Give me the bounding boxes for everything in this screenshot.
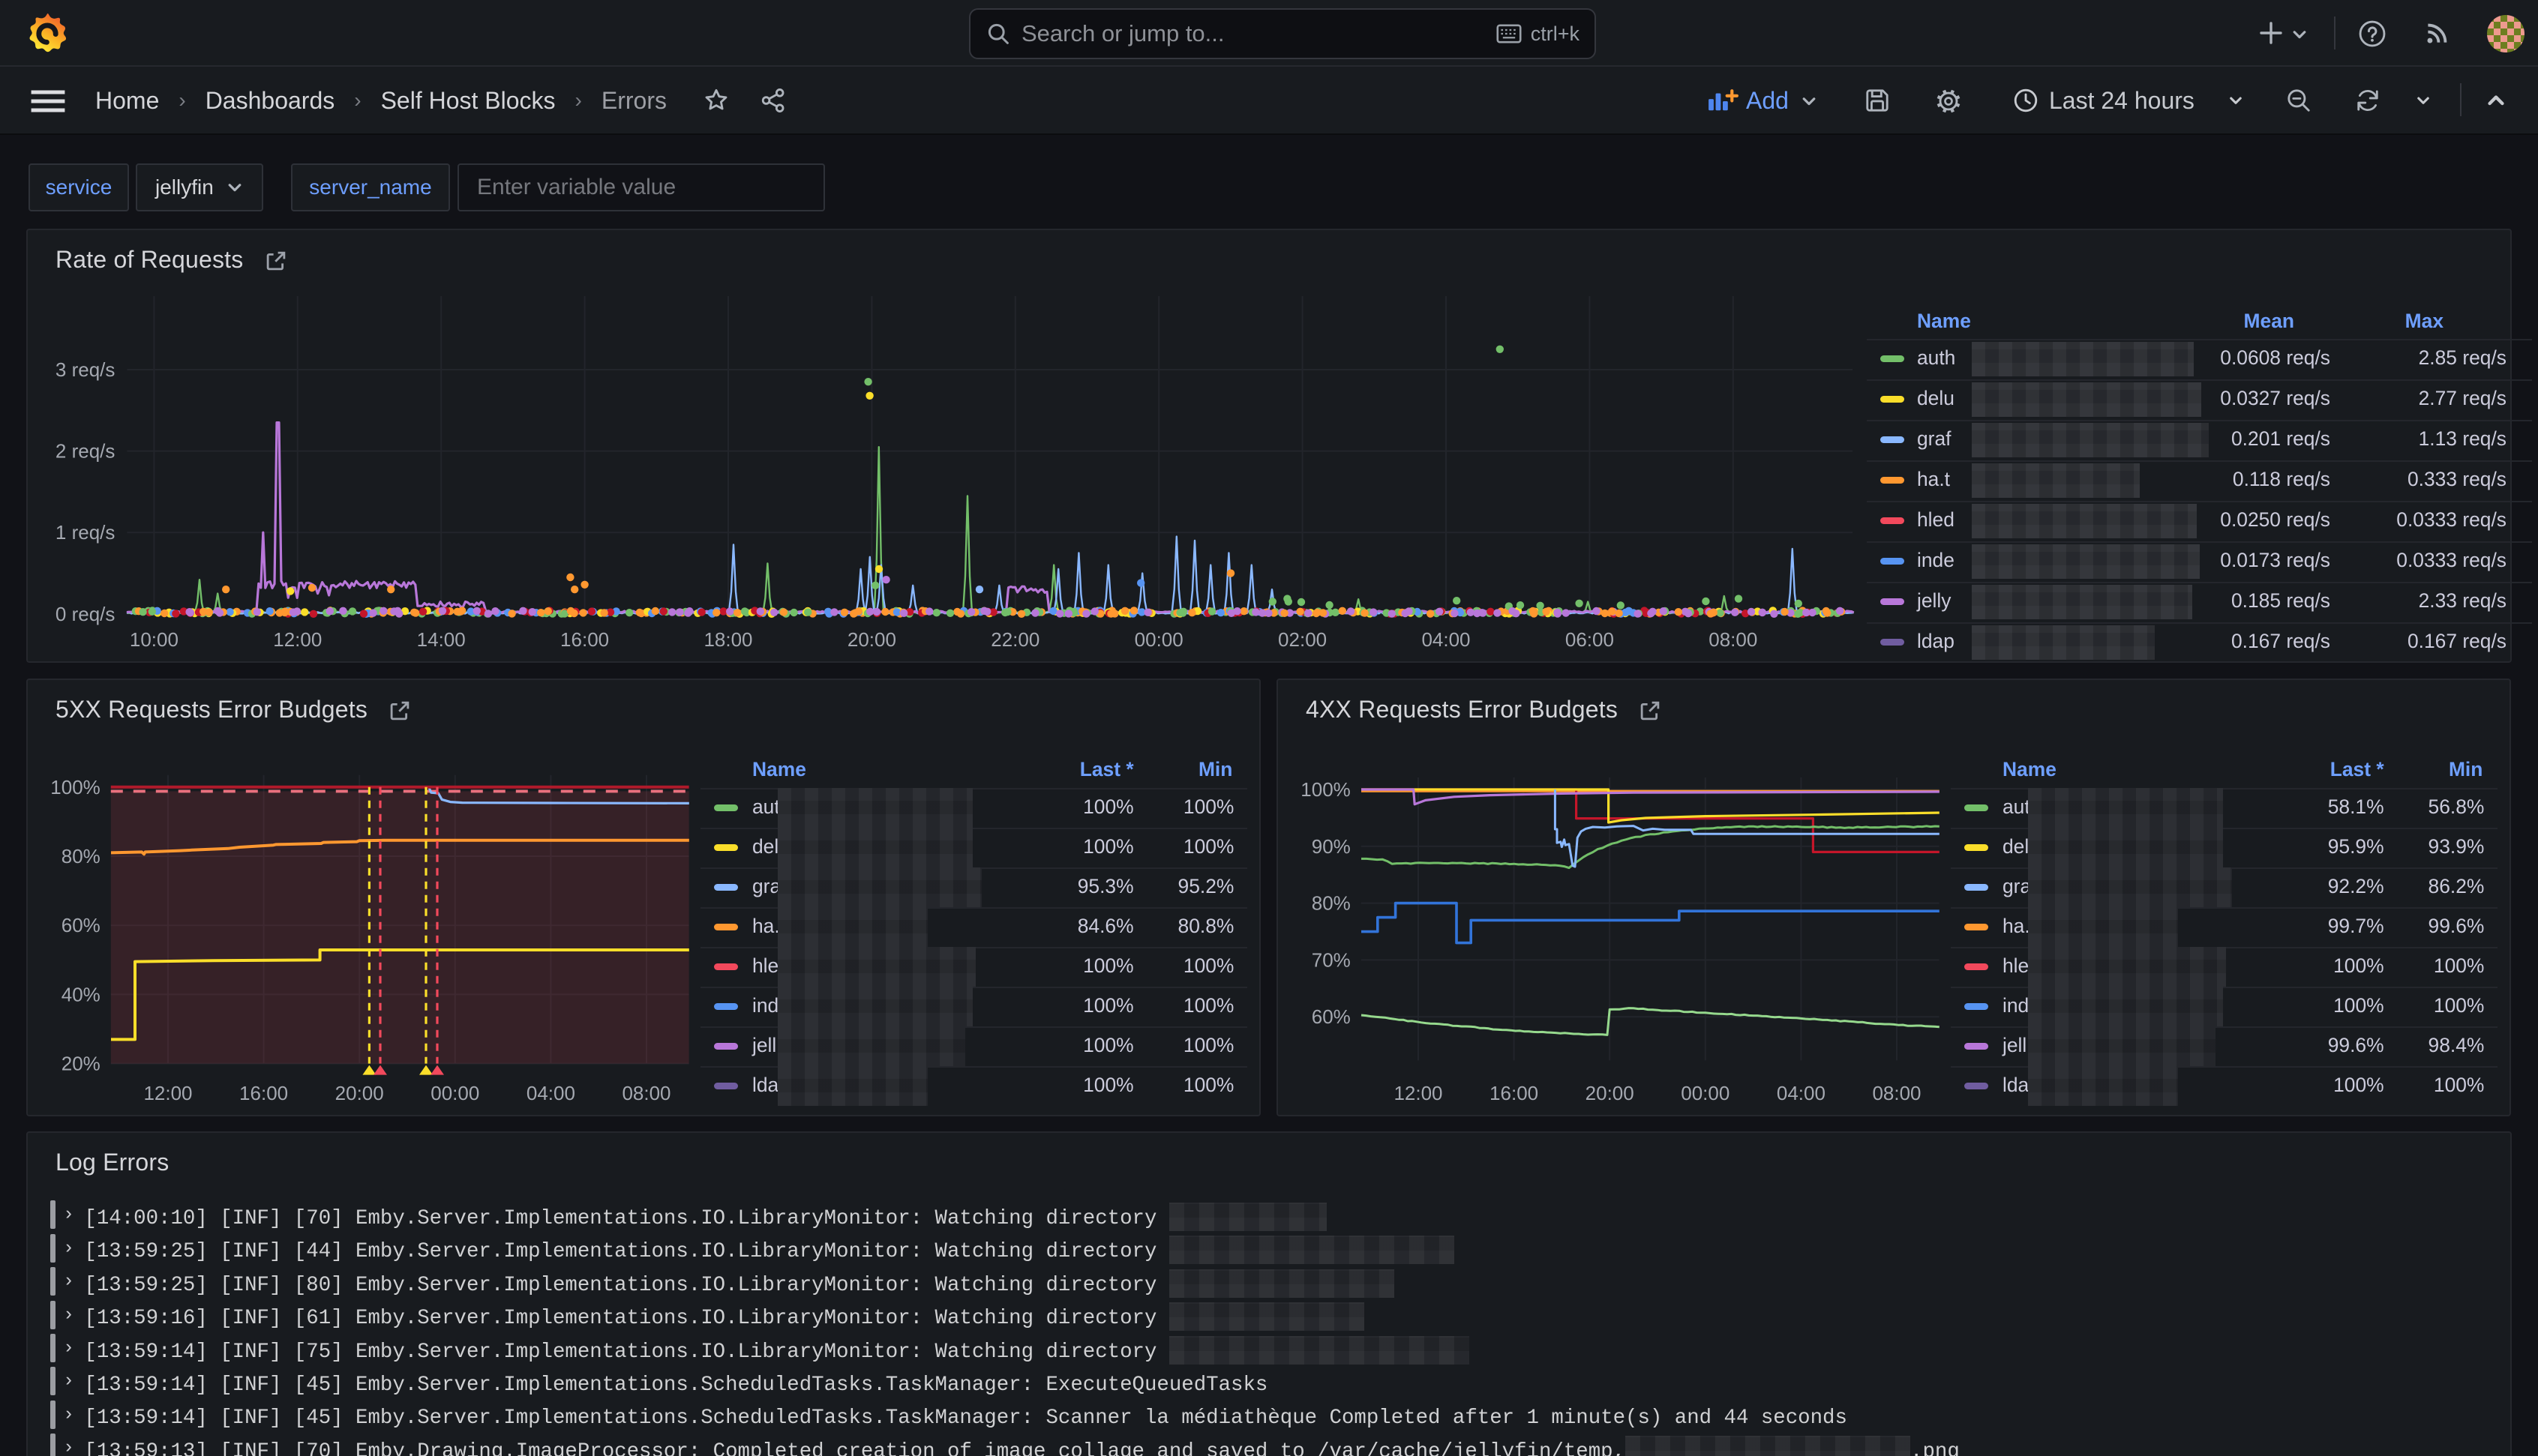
svg-text:08:00: 08:00 <box>622 1082 670 1104</box>
svg-text:00:00: 00:00 <box>430 1082 479 1104</box>
svg-text:08:00: 08:00 <box>1872 1082 1921 1104</box>
svg-text:100%: 100% <box>1300 778 1351 801</box>
svg-text:20:00: 20:00 <box>1586 1082 1634 1104</box>
svg-text:12:00: 12:00 <box>273 628 322 651</box>
svg-text:16:00: 16:00 <box>560 628 609 651</box>
svg-text:04:00: 04:00 <box>1777 1082 1826 1104</box>
svg-text:04:00: 04:00 <box>1421 628 1470 651</box>
svg-text:70%: 70% <box>1312 948 1351 971</box>
svg-text:80%: 80% <box>1312 892 1351 915</box>
svg-text:00:00: 00:00 <box>1681 1082 1730 1104</box>
svg-text:60%: 60% <box>1312 1005 1351 1028</box>
svg-text:20:00: 20:00 <box>848 628 896 651</box>
svg-text:12:00: 12:00 <box>1394 1082 1442 1104</box>
svg-text:3 req/s: 3 req/s <box>56 358 116 381</box>
svg-text:20%: 20% <box>62 1053 100 1075</box>
svg-text:14:00: 14:00 <box>417 628 466 651</box>
svg-text:0 req/s: 0 req/s <box>56 603 116 625</box>
svg-text:10:00: 10:00 <box>130 628 178 651</box>
svg-text:12:00: 12:00 <box>143 1082 192 1104</box>
svg-text:90%: 90% <box>1312 835 1351 858</box>
svg-text:60%: 60% <box>62 914 100 936</box>
svg-text:00:00: 00:00 <box>1135 628 1184 651</box>
svg-text:02:00: 02:00 <box>1278 628 1327 651</box>
svg-text:18:00: 18:00 <box>704 628 752 651</box>
svg-text:100%: 100% <box>50 776 100 798</box>
svg-text:40%: 40% <box>62 983 100 1005</box>
svg-text:22:00: 22:00 <box>991 628 1040 651</box>
svg-text:16:00: 16:00 <box>1490 1082 1538 1104</box>
svg-text:08:00: 08:00 <box>1708 628 1757 651</box>
svg-text:06:00: 06:00 <box>1565 628 1614 651</box>
svg-text:04:00: 04:00 <box>526 1082 575 1104</box>
svg-text:80%: 80% <box>62 845 100 867</box>
svg-text:20:00: 20:00 <box>335 1082 384 1104</box>
svg-text:16:00: 16:00 <box>239 1082 288 1104</box>
svg-text:2 req/s: 2 req/s <box>56 440 116 463</box>
svg-text:1 req/s: 1 req/s <box>56 521 116 544</box>
